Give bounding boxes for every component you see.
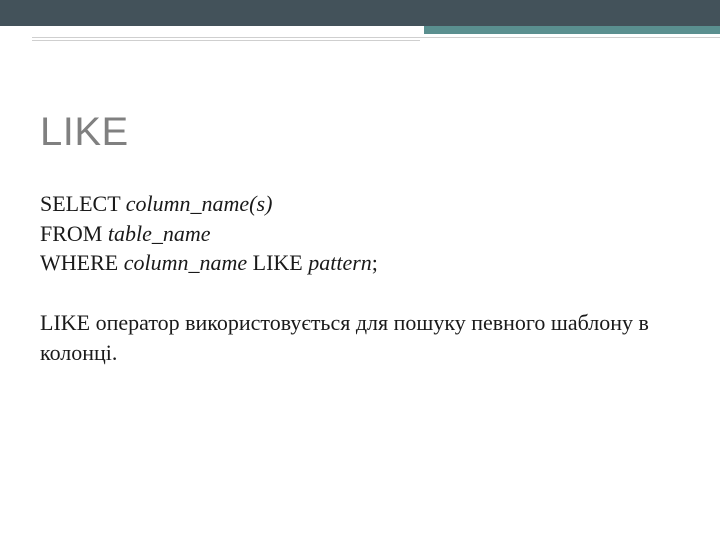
- slide-title: LIKE: [40, 110, 680, 155]
- slide-content: LIKE SELECT column_name(s) FROM table_na…: [0, 40, 720, 367]
- accent-line: [32, 37, 720, 38]
- description-text: LIKE оператор використовується для пошук…: [40, 308, 660, 367]
- sql-keyword: WHERE: [40, 250, 124, 275]
- sql-keyword: FROM: [40, 221, 108, 246]
- sql-syntax-block: SELECT column_name(s) FROM table_name WH…: [40, 189, 680, 278]
- sql-line-from: FROM table_name: [40, 219, 680, 249]
- sql-keyword: LIKE: [247, 250, 308, 275]
- sql-terminator: ;: [372, 250, 378, 275]
- accent-teal: [424, 26, 720, 34]
- sql-line-where: WHERE column_name LIKE pattern;: [40, 248, 680, 278]
- sql-identifier: pattern: [308, 250, 372, 275]
- sql-identifier: column_name(s): [126, 191, 273, 216]
- sql-line-select: SELECT column_name(s): [40, 189, 680, 219]
- sql-keyword: SELECT: [40, 191, 126, 216]
- sql-identifier: table_name: [108, 221, 211, 246]
- top-bar: [0, 0, 720, 26]
- sql-identifier: column_name: [124, 250, 247, 275]
- accent-row: [0, 26, 720, 40]
- accent-line-short: [32, 40, 420, 41]
